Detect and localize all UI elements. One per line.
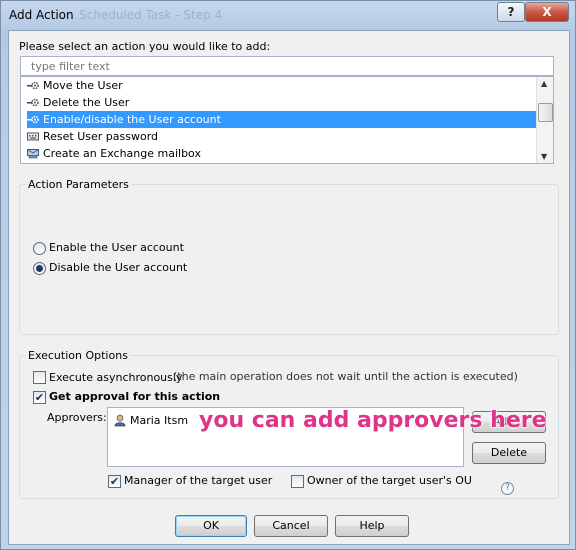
execute-async-checkbox[interactable] xyxy=(33,371,46,384)
help-button[interactable]: Help xyxy=(335,515,409,537)
manager-target-user-checkbox[interactable]: ✔ xyxy=(108,475,121,488)
action-item-label: Move the User xyxy=(43,79,123,92)
action-item-label: Create an Exchange mailbox xyxy=(43,147,201,160)
keyboard-icon xyxy=(27,132,39,141)
approvers-label: Approvers: xyxy=(47,411,107,424)
title-bar[interactable]: Add Action Scheduled Task - Step 4 ? X xyxy=(1,1,575,29)
enable-account-label[interactable]: Enable the User account xyxy=(49,241,184,254)
scroll-down-arrow-icon[interactable]: ▼ xyxy=(541,152,547,161)
disable-account-label[interactable]: Disable the User account xyxy=(49,261,187,274)
title-close-button[interactable]: X xyxy=(525,2,569,22)
add-action-dialog: Add Action Scheduled Task - Step 4 ? X P… xyxy=(0,0,576,550)
approver-name: Maria Itsm xyxy=(130,414,189,427)
get-approval-label[interactable]: Get approval for this action xyxy=(49,390,220,403)
owner-target-ou-checkbox[interactable] xyxy=(291,475,304,488)
ok-button[interactable]: OK xyxy=(175,515,247,537)
filter-box[interactable] xyxy=(20,56,554,76)
owner-target-ou-label[interactable]: Owner of the target user's OU xyxy=(307,474,472,487)
action-list-scrollbar[interactable]: ▲ ▼ xyxy=(536,77,553,163)
action-item-enable-disable[interactable]: Enable/disable the User account xyxy=(27,111,540,128)
select-action-prompt: Please select an action you would like t… xyxy=(19,40,271,53)
annotation-text: you can add approvers here xyxy=(199,408,547,433)
enable-account-radio[interactable] xyxy=(33,242,46,255)
action-item-label: Enable/disable the User account xyxy=(43,113,221,126)
user-icon xyxy=(114,414,126,427)
get-approval-checkbox[interactable]: ✔ xyxy=(33,391,46,404)
manager-target-user-label[interactable]: Manager of the target user xyxy=(124,474,272,487)
action-item-move-user[interactable]: Move the User xyxy=(21,77,540,94)
execution-options-label: Execution Options xyxy=(26,349,130,362)
mailbox-icon xyxy=(27,149,39,159)
disable-account-radio[interactable] xyxy=(33,262,46,275)
gear-arrow-icon xyxy=(27,81,39,90)
action-item-delete-user[interactable]: Delete the User xyxy=(21,94,540,111)
action-parameters-group xyxy=(19,184,559,335)
filter-input[interactable] xyxy=(29,57,543,75)
action-parameters-label: Action Parameters xyxy=(26,178,131,191)
window-title: Add Action xyxy=(9,8,74,22)
title-help-button[interactable]: ? xyxy=(497,2,525,22)
help-question-icon[interactable]: ? xyxy=(501,482,514,495)
gear-arrow-icon xyxy=(27,115,39,124)
action-item-label: Delete the User xyxy=(43,96,130,109)
action-item-create-mailbox[interactable]: Create an Exchange mailbox xyxy=(21,145,540,162)
action-list[interactable]: Move the User Delete the User Enable/dis… xyxy=(20,76,554,164)
action-item-label: Reset User password xyxy=(43,130,159,143)
cancel-button[interactable]: Cancel xyxy=(254,515,328,537)
execute-async-note: (the main operation does not wait until … xyxy=(173,370,518,383)
scroll-up-arrow-icon[interactable]: ▲ xyxy=(541,79,547,88)
gear-arrow-icon xyxy=(27,98,39,107)
execute-async-label[interactable]: Execute asynchronously xyxy=(49,371,182,384)
action-item-reset-password[interactable]: Reset User password xyxy=(21,128,540,145)
window-subtitle: Scheduled Task - Step 4 xyxy=(79,8,223,22)
scroll-thumb[interactable] xyxy=(538,103,553,122)
delete-approver-button[interactable]: Delete xyxy=(472,442,546,464)
dialog-body: Please select an action you would like t… xyxy=(8,30,570,545)
